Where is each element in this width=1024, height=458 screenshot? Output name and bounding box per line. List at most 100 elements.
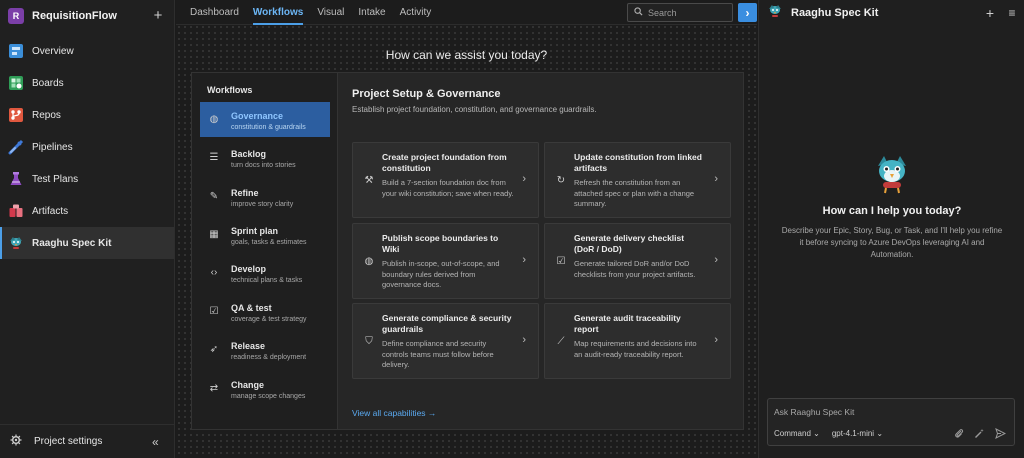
globe-icon: ◍ — [209, 113, 219, 125]
spec-kit-logo-icon — [767, 3, 783, 22]
boards-icon — [8, 75, 24, 91]
add-project-button[interactable]: + — [150, 8, 166, 24]
test-plans-icon — [8, 171, 24, 187]
workflow-name: Release — [231, 341, 266, 351]
chevron-right-icon: › — [522, 254, 526, 266]
view-all-capabilities-link[interactable]: View all capabilities → — [352, 408, 436, 418]
card-desc: Map requirements and decisions into an a… — [574, 339, 697, 359]
send-icon[interactable] — [995, 428, 1007, 442]
chat-input[interactable] — [774, 407, 1004, 417]
workflow-item-develop[interactable]: ‹› Develop technical plans & tasks — [200, 255, 330, 290]
hammer-icon: ⚒ — [364, 175, 374, 186]
chevron-right-icon: › — [714, 334, 718, 346]
sidebar-item-overview[interactable]: Overview — [0, 35, 174, 67]
card-audit-traceability[interactable]: ⟋ Generate audit traceability report Map… — [544, 303, 731, 379]
change-icon: ⇄ — [209, 382, 219, 394]
tab-activity[interactable]: Activity — [400, 0, 432, 25]
sidebar-item-label: Repos — [32, 109, 61, 121]
workflow-name: QA & test — [231, 303, 272, 313]
workflow-item-change[interactable]: ⇄ Change manage scope changes — [200, 371, 330, 406]
card-delivery-checklist[interactable]: ☑ Generate delivery checklist (DoR / DoD… — [544, 223, 731, 299]
left-sidebar: R RequisitionFlow + Overview Boards Repo… — [0, 0, 175, 458]
mode-select[interactable]: Command ⌄ — [774, 429, 820, 438]
section-title: Project Setup & Governance — [352, 88, 501, 100]
collapse-sidebar-button[interactable]: « — [152, 435, 174, 449]
workflow-item-backlog[interactable]: ☰ Backlog turn docs into stories — [200, 140, 330, 175]
search-input[interactable] — [648, 7, 726, 18]
workflow-item-governance[interactable]: ◍ Governance constitution & guardrails — [200, 102, 330, 137]
sidebar-item-label: Test Plans — [32, 173, 79, 185]
section-subtitle: Establish project foundation, constituti… — [352, 105, 597, 114]
chevron-right-icon: › — [522, 173, 526, 185]
workflow-content: Project Setup & Governance Establish pro… — [339, 73, 744, 429]
sidebar-item-pipelines[interactable]: Pipelines — [0, 131, 174, 163]
card-title: Create project foundation from constitut… — [382, 152, 507, 173]
workflow-desc: readiness & deployment — [231, 354, 307, 361]
workflow-item-qa-test[interactable]: ☑ QA & test coverage & test strategy — [200, 294, 330, 329]
sidebar-item-test-plans[interactable]: Test Plans — [0, 163, 174, 195]
card-title: Update constitution from linked artifact… — [574, 152, 702, 173]
workflows-title: Workflows — [207, 85, 253, 95]
main-area: Dashboard Workflows Visual Intake Activi… — [176, 0, 757, 458]
chat-composer: Command ⌄ gpt-4.1-mini ⌄ — [767, 398, 1015, 446]
sidebar-item-label: Pipelines — [32, 141, 73, 153]
expand-chat-button[interactable]: › — [738, 3, 757, 22]
shield-icon: ⛉ — [365, 336, 373, 347]
tab-workflows[interactable]: Workflows — [252, 0, 304, 25]
project-settings[interactable]: Project settings « — [0, 424, 174, 458]
search-box[interactable] — [627, 3, 733, 22]
model-select[interactable]: gpt-4.1-mini ⌄ — [832, 429, 883, 438]
page-headline: How can we assist you today? — [385, 48, 548, 62]
magic-wand-icon[interactable] — [974, 428, 985, 442]
card-publish-scope-boundaries[interactable]: ◍ Publish scope boundaries to Wiki Publi… — [352, 223, 539, 299]
workflow-desc: turn docs into stories — [231, 162, 296, 169]
workflow-name: Sprint plan — [231, 226, 278, 236]
workflow-desc: improve story clarity — [231, 201, 294, 208]
sidebar-item-repos[interactable]: Repos — [0, 99, 174, 131]
chevron-right-icon: › — [714, 173, 718, 185]
card-create-project-foundation[interactable]: ⚒ Create project foundation from constit… — [352, 142, 539, 218]
attach-icon[interactable] — [954, 428, 964, 442]
model-select-value: gpt-4.1-mini — [831, 429, 875, 438]
code-icon: ‹› — [210, 266, 218, 278]
sidebar-item-label: Raaghu Spec Kit — [32, 237, 112, 249]
repos-icon — [8, 107, 24, 123]
sidebar-item-raaghu-spec-kit[interactable]: Raaghu Spec Kit — [0, 227, 174, 259]
refresh-icon: ↻ — [556, 175, 566, 186]
card-compliance-security[interactable]: ⛉ Generate compliance & security guardra… — [352, 303, 539, 379]
trend-icon: ⟋ — [557, 336, 565, 347]
tab-dashboard[interactable]: Dashboard — [190, 0, 239, 25]
workflow-item-release[interactable]: ➶ Release readiness & deployment — [200, 332, 330, 367]
workflow-name: Governance — [231, 111, 284, 121]
tab-visual[interactable]: Visual — [317, 0, 344, 25]
workflow-name: Change — [231, 380, 265, 390]
list-icon: ☰ — [209, 151, 219, 163]
new-chat-button[interactable]: + — [980, 5, 1000, 21]
card-title: Publish scope boundaries to Wiki — [382, 233, 499, 254]
chat-panel: Raaghu Spec Kit + ≡ How can I help you t… — [758, 0, 1024, 458]
org-logo[interactable]: R — [8, 8, 24, 24]
composer-tools — [954, 428, 1007, 442]
checklist-icon: ☑ — [556, 256, 566, 267]
workflow-desc: coverage & test strategy — [231, 316, 307, 323]
sidebar-item-label: Artifacts — [32, 205, 69, 217]
chat-menu-button[interactable]: ≡ — [1000, 6, 1024, 20]
workflow-item-refine[interactable]: ✎ Refine improve story clarity — [200, 179, 330, 214]
artifacts-icon — [8, 203, 24, 219]
workflow-item-sprint-plan[interactable]: ▦ Sprint plan goals, tasks & estimates — [200, 217, 330, 252]
org-name[interactable]: RequisitionFlow — [32, 10, 150, 22]
chat-header: Raaghu Spec Kit + ≡ — [759, 0, 1024, 25]
mode-select-value: Command — [774, 429, 811, 438]
card-desc: Build a 7-section foundation doc from yo… — [382, 178, 514, 198]
workflow-panel: Workflows ◍ Governance constitution & gua… — [191, 72, 744, 430]
card-title: Generate compliance & security guardrail… — [382, 313, 512, 334]
sidebar-item-boards[interactable]: Boards — [0, 67, 174, 99]
sidebar-item-label: Boards — [32, 77, 64, 89]
chat-welcome-title: How can I help you today? — [822, 205, 962, 217]
card-update-constitution[interactable]: ↻ Update constitution from linked artifa… — [544, 142, 731, 218]
sidebar-item-artifacts[interactable]: Artifacts — [0, 195, 174, 227]
calendar-icon: ▦ — [209, 228, 219, 240]
workflow-desc: technical plans & tasks — [231, 277, 303, 284]
card-desc: Generate tailored DoR and/or DoD checkli… — [574, 259, 696, 279]
tab-intake[interactable]: Intake — [358, 0, 385, 25]
